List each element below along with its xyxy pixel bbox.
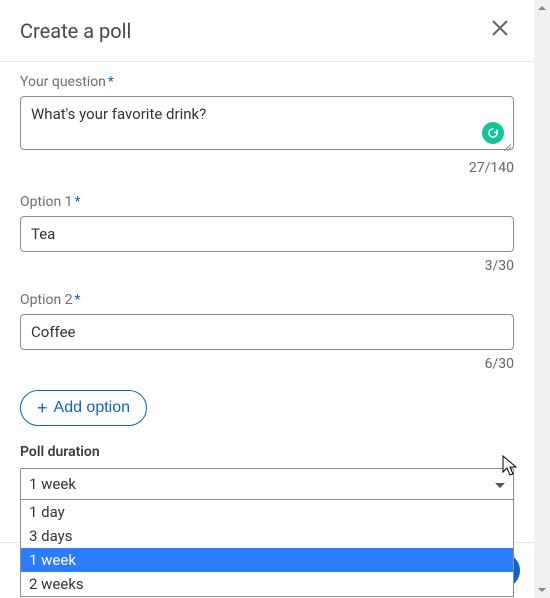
option-2-label: Option 2* <box>20 292 514 308</box>
required-asterisk: * <box>75 292 81 308</box>
add-option-label: Add option <box>54 399 131 417</box>
add-option-button[interactable]: + Add option <box>20 390 147 426</box>
scroll-up-button[interactable] <box>534 0 550 16</box>
plus-icon: + <box>37 399 48 417</box>
option-1-label: Option 1* <box>20 194 514 210</box>
duration-option-3-days[interactable]: 3 days <box>21 524 513 548</box>
question-label: Your question* <box>20 74 514 90</box>
scrollbar-track[interactable] <box>534 0 550 598</box>
modal-header: Create a poll <box>0 0 534 62</box>
required-asterisk: * <box>75 194 81 210</box>
duration-dropdown: 1 day 3 days 1 week 2 weeks <box>20 500 514 597</box>
question-char-count: 27/140 <box>20 160 514 176</box>
option-1-char-count: 3/30 <box>20 258 514 274</box>
scroll-down-button[interactable] <box>534 582 550 598</box>
grammarly-icon[interactable] <box>482 122 504 144</box>
modal-title: Create a poll <box>20 19 131 43</box>
option-2-char-count: 6/30 <box>20 356 514 372</box>
duration-option-1-day[interactable]: 1 day <box>21 500 513 524</box>
option-2-label-text: Option 2 <box>20 292 73 308</box>
option-1-input[interactable] <box>20 216 514 252</box>
duration-label: Poll duration <box>20 444 514 460</box>
duration-option-1-week[interactable]: 1 week <box>21 548 513 572</box>
close-button[interactable] <box>486 14 514 47</box>
option-1-label-text: Option 1 <box>20 194 73 210</box>
question-input[interactable] <box>20 96 514 150</box>
duration-select-display[interactable]: 1 week <box>20 468 514 500</box>
question-label-text: Your question <box>20 74 106 90</box>
required-asterisk: * <box>108 74 114 90</box>
option-2-input[interactable] <box>20 314 514 350</box>
duration-select[interactable]: 1 week 1 day 3 days 1 week 2 weeks <box>20 468 514 500</box>
duration-option-2-weeks[interactable]: 2 weeks <box>21 572 513 596</box>
duration-selected-value: 1 week <box>29 475 76 493</box>
